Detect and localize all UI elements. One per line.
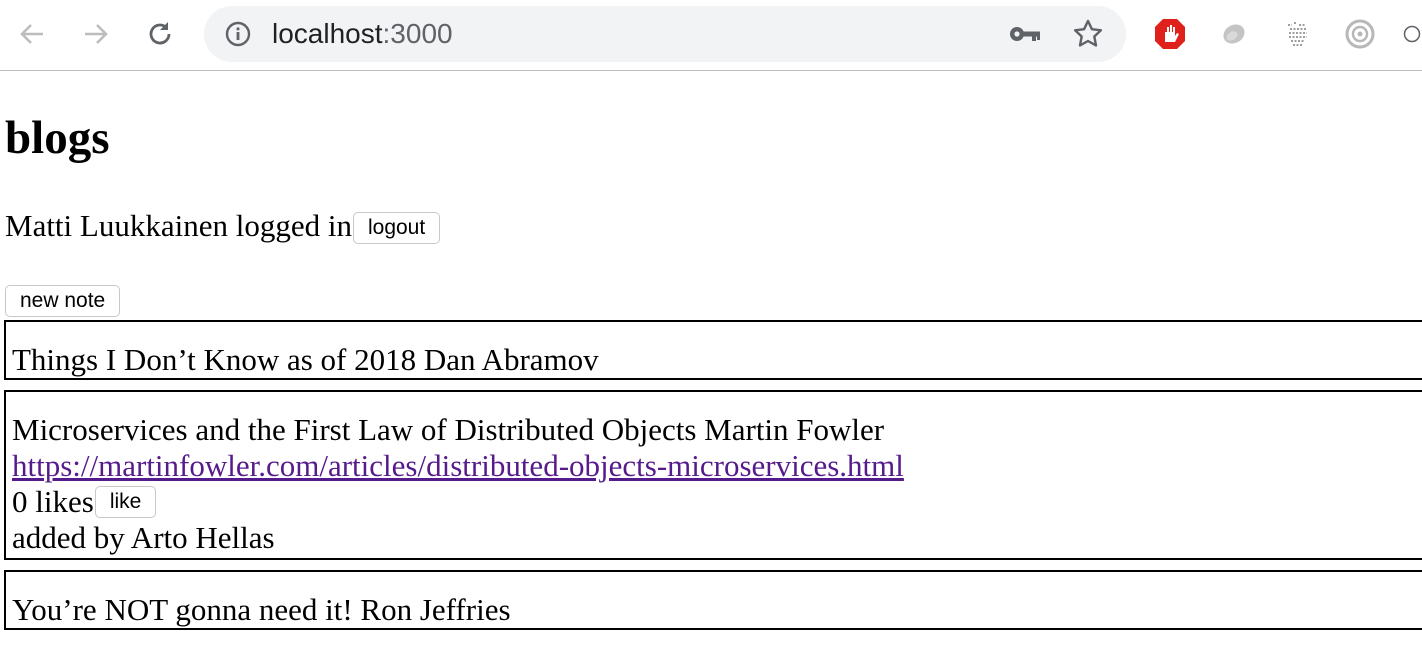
- extension-target-button[interactable]: [1342, 16, 1378, 52]
- page-content: blogs Matti Luukkainen logged in logout …: [0, 71, 1422, 652]
- like-button[interactable]: like: [94, 486, 157, 518]
- blog-item[interactable]: Things I Don’t Know as of 2018 Dan Abram…: [4, 320, 1422, 380]
- extension-leaf-button[interactable]: [1216, 16, 1252, 52]
- user-status-text: Matti Luukkainen logged in: [5, 208, 352, 243]
- address-bar[interactable]: localhost:3000: [204, 6, 1126, 62]
- reload-icon: [149, 22, 171, 45]
- info-icon[interactable]: [224, 20, 252, 48]
- blog-item-expanded[interactable]: Microservices and the First Law of Distr…: [4, 390, 1422, 560]
- url-text[interactable]: localhost:3000: [272, 6, 453, 62]
- arrow-right-icon: [85, 24, 108, 44]
- back-button[interactable]: [14, 16, 50, 52]
- blog-title-author[interactable]: You’re NOT gonna need it! Ron Jeffries: [12, 592, 1422, 628]
- stop-hand-icon: [1155, 19, 1185, 49]
- added-by-text: added by Arto Hellas: [12, 520, 275, 555]
- blog-title-author[interactable]: Things I Don’t Know as of 2018 Dan Abram…: [12, 342, 1422, 378]
- circle-icon: [1403, 25, 1421, 43]
- likes-count: 0 likes: [12, 484, 94, 519]
- url-port: :3000: [382, 18, 453, 49]
- forward-button[interactable]: [78, 16, 114, 52]
- new-note-button[interactable]: new note: [5, 285, 121, 317]
- likes-row: 0 likes like: [12, 484, 1422, 520]
- login-status: Matti Luukkainen logged in logout: [5, 206, 441, 246]
- adblock-extension-button[interactable]: [1152, 16, 1188, 52]
- reload-button[interactable]: [142, 16, 178, 52]
- blog-url-link[interactable]: https://martinfowler.com/articles/distri…: [12, 448, 904, 483]
- key-icon[interactable]: [1008, 20, 1044, 48]
- browser-toolbar: localhost:3000: [0, 0, 1422, 71]
- leaf-icon: [1223, 24, 1245, 44]
- grid-icon: [1288, 22, 1307, 46]
- blog-title-author[interactable]: Microservices and the First Law of Distr…: [12, 412, 1422, 448]
- url-host: localhost: [272, 18, 383, 49]
- target-icon: [1345, 19, 1375, 49]
- extension-partial-button[interactable]: [1402, 16, 1422, 52]
- arrow-left-icon: [20, 24, 43, 44]
- logout-button[interactable]: logout: [352, 212, 441, 244]
- page-title: blogs: [5, 112, 110, 164]
- star-icon[interactable]: [1072, 18, 1104, 50]
- blog-item[interactable]: You’re NOT gonna need it! Ron Jeffries: [4, 570, 1422, 630]
- extension-grid-button[interactable]: [1280, 16, 1316, 52]
